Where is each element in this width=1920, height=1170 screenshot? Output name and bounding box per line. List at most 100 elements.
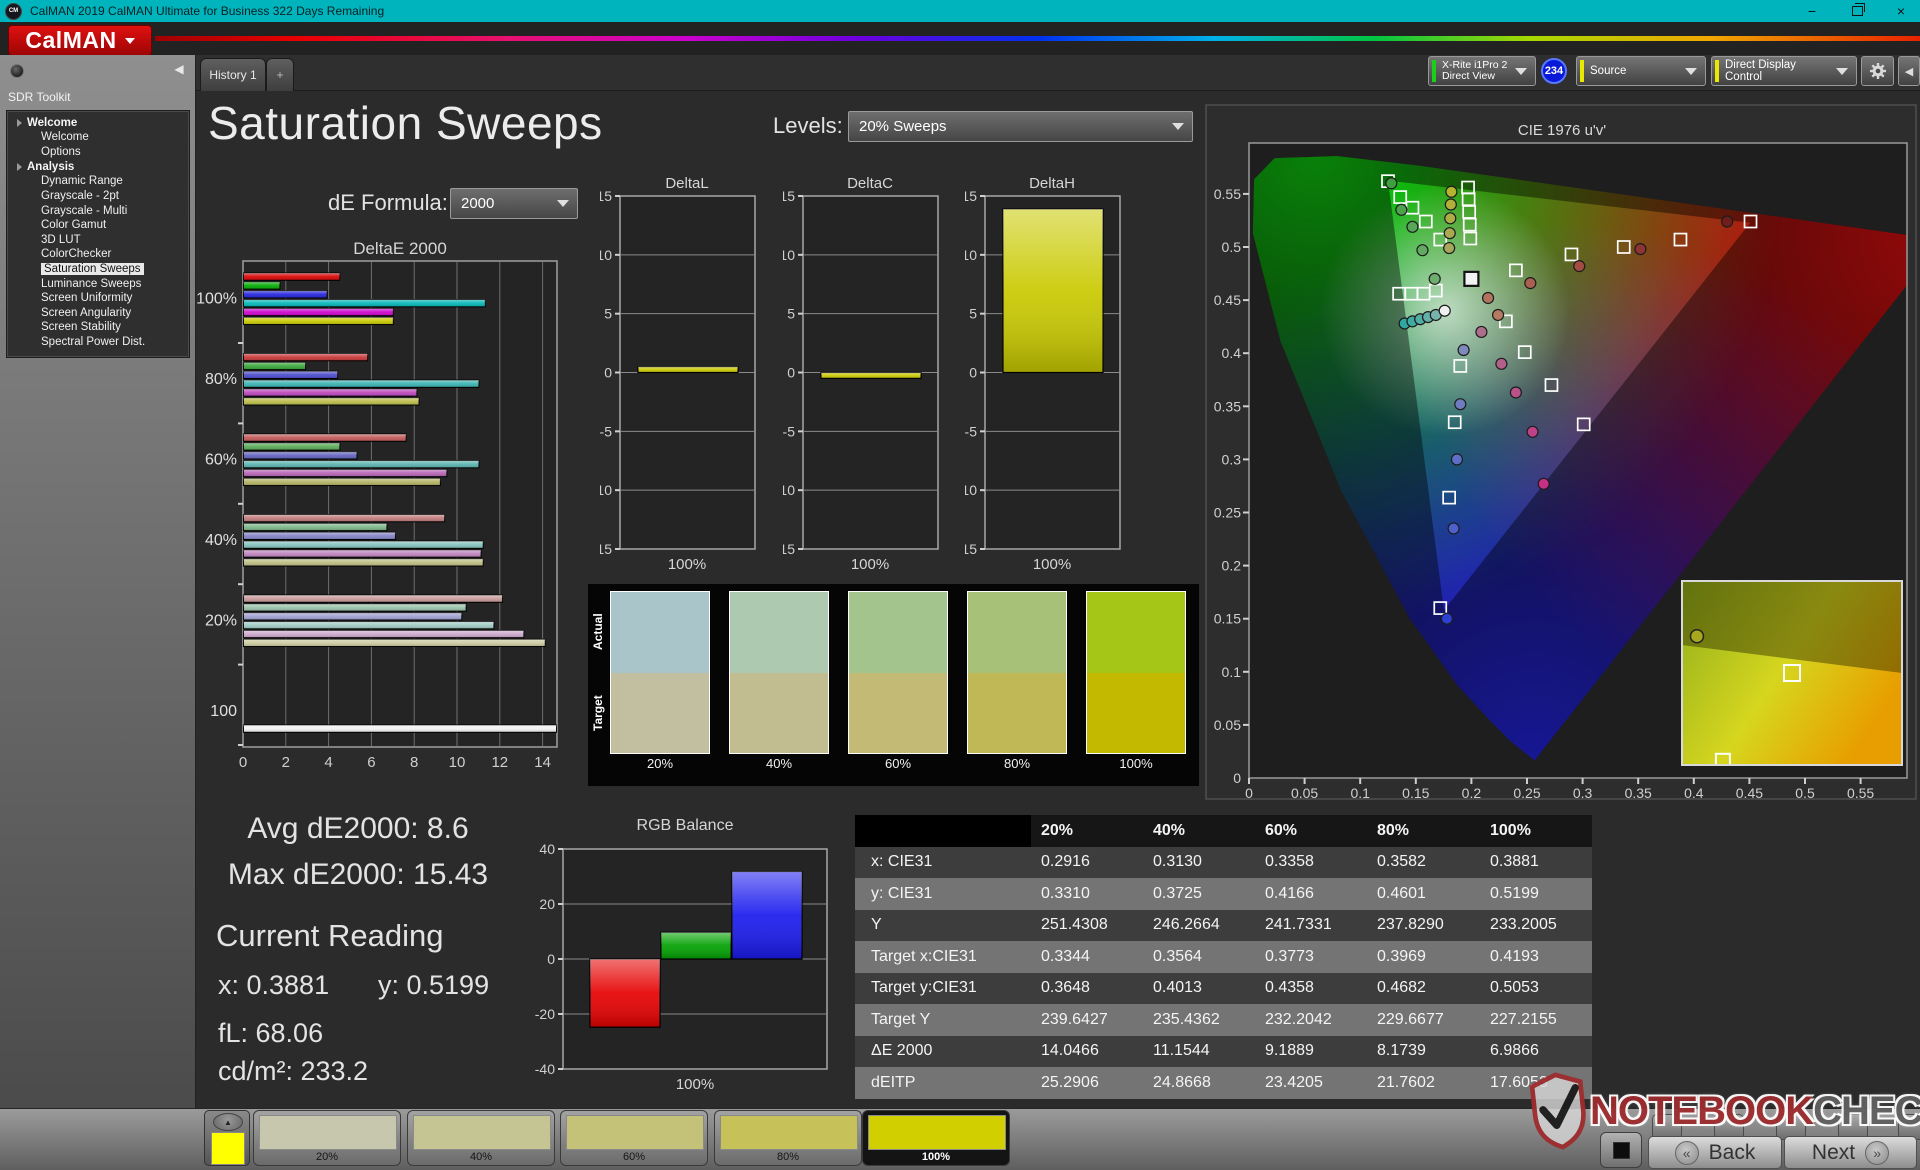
chevron-down-icon — [1836, 68, 1848, 75]
current-color-swatch — [211, 1132, 245, 1165]
sidebar-item-welcome[interactable]: Welcome — [7, 130, 189, 145]
svg-text:20%: 20% — [205, 613, 237, 630]
meter-mode: Direct View — [1442, 71, 1507, 82]
target-swatch — [730, 673, 828, 754]
svg-text:10: 10 — [600, 247, 612, 263]
panel-collapse-button[interactable]: ◀ — [1898, 56, 1920, 86]
sidebar-item-colorchecker[interactable]: ColorChecker — [7, 247, 189, 262]
cie-1976-diagram: CIE 1976 u'v'00.050.050.10.10.150.150.20… — [1205, 104, 1917, 802]
app-icon: CM — [5, 3, 22, 20]
watermark-word-red: NOTEBOOK — [1590, 1089, 1813, 1134]
swatch-pair-100% — [1086, 591, 1186, 754]
sidebar-item-screen-stability[interactable]: Screen Stability — [7, 320, 189, 335]
level-label: 40% — [408, 1151, 554, 1163]
sidebar-item-grayscale-multi[interactable]: Grayscale - Multi — [7, 203, 189, 218]
sidebar-item-color-gamut[interactable]: Color Gamut — [7, 218, 189, 233]
saturation-level-button-80%[interactable]: 80% — [714, 1110, 862, 1166]
table-cell: 0.5053 — [1480, 979, 1592, 997]
sidebar-group-analysis[interactable]: Analysis — [7, 159, 189, 174]
table-cell: 227.2155 — [1480, 1011, 1592, 1029]
svg-text:40: 40 — [539, 841, 555, 857]
swatch-column-label: 100% — [1086, 756, 1186, 771]
add-tab-button[interactable]: + — [266, 58, 294, 91]
table-cell: 0.3358 — [1255, 853, 1367, 871]
sidebar-item-screen-angularity[interactable]: Screen Angularity — [7, 306, 189, 321]
chevron-down-icon — [1515, 68, 1527, 75]
meter-dropdown[interactable]: X-Rite i1Pro 2 Direct View — [1428, 56, 1536, 86]
saturation-level-button-60%[interactable]: 60% — [560, 1110, 708, 1166]
tab-history-1[interactable]: History 1 — [200, 58, 266, 91]
current-x: x: 0.3881 — [218, 970, 329, 1001]
table-row-label: y: CIE31 — [855, 885, 1031, 903]
deltae-2000-chart: DeltaE 200002468101214100%80%60%40%20%10… — [195, 238, 575, 793]
sidebar-item-3d-lut[interactable]: 3D LUT — [7, 233, 189, 248]
color-chip — [566, 1115, 704, 1150]
levels-label: Levels: — [773, 113, 843, 139]
svg-text:12: 12 — [491, 754, 508, 771]
de-formula-dropdown[interactable]: 2000 — [450, 188, 578, 219]
svg-text:0.35: 0.35 — [1625, 785, 1652, 801]
sidebar-item-dynamic-range[interactable]: Dynamic Range — [7, 174, 189, 189]
svg-text:15: 15 — [600, 188, 612, 204]
sidebar-item-grayscale-2pt[interactable]: Grayscale - 2pt — [7, 189, 189, 204]
table-cell: 8.1739 — [1367, 1042, 1480, 1060]
sidebar-item-luminance-sweeps[interactable]: Luminance Sweeps — [7, 276, 189, 291]
sidebar-item-saturation-sweeps[interactable]: Saturation Sweeps — [7, 262, 189, 277]
table-cell: 0.3582 — [1367, 853, 1480, 871]
table-cell: 0.4193 — [1480, 948, 1592, 966]
sidebar-collapse-icon[interactable]: ◀ — [170, 60, 188, 78]
swatch-column-label: 40% — [729, 756, 829, 771]
current-reading-heading: Current Reading — [216, 918, 443, 954]
display-control-dropdown[interactable]: Direct Display Control — [1711, 56, 1857, 86]
swatch-column-label: 20% — [610, 756, 710, 771]
svg-text:0.2: 0.2 — [1222, 558, 1242, 574]
table-cell: 0.3725 — [1143, 885, 1255, 903]
table-row: Target x:CIE310.33440.35640.37730.39690.… — [855, 941, 1592, 973]
sidebar-item-spectral-power-dist-[interactable]: Spectral Power Dist. — [7, 335, 189, 350]
table-cell: 246.2664 — [1143, 916, 1255, 934]
de-formula-label: dE Formula: — [328, 190, 448, 216]
levels-dropdown[interactable]: 20% Sweeps — [848, 111, 1193, 142]
logo-text: CalMAN — [25, 27, 116, 54]
table-cell: 0.4358 — [1255, 979, 1367, 997]
svg-text:-5: -5 — [965, 423, 977, 439]
saturation-level-button-20%[interactable]: 20% — [253, 1110, 401, 1166]
meter-count-badge[interactable]: 234 — [1541, 58, 1567, 84]
saturation-level-button-100%[interactable]: 100% — [862, 1110, 1010, 1166]
color-chip — [868, 1115, 1006, 1150]
settings-button[interactable] — [1861, 56, 1894, 86]
page-title: Saturation Sweeps — [208, 96, 603, 150]
chevron-down-icon — [1172, 123, 1184, 130]
actual-swatch — [1087, 592, 1185, 673]
table-cell: 0.4601 — [1367, 885, 1480, 903]
table-row-label: dEITP — [855, 1074, 1031, 1092]
title-bar[interactable]: CM CalMAN 2019 CalMAN Ultimate for Busin… — [0, 0, 1920, 22]
current-cdm2: cd/m²: 233.2 — [218, 1056, 368, 1087]
sidebar-knob-icon[interactable] — [10, 64, 24, 78]
svg-text:60%: 60% — [205, 452, 237, 469]
actual-swatch — [968, 592, 1066, 673]
restore-icon[interactable] — [1840, 0, 1874, 22]
svg-text:0.25: 0.25 — [1214, 505, 1241, 521]
svg-text:2: 2 — [282, 754, 290, 771]
sidebar-item-options[interactable]: Options — [7, 145, 189, 160]
table-row-label: ΔE 2000 — [855, 1042, 1031, 1060]
svg-text:0.55: 0.55 — [1214, 186, 1241, 202]
display-control-label: Direct Display Control — [1725, 59, 1836, 83]
target-swatch — [849, 673, 947, 754]
minimize-icon[interactable]: − — [1795, 0, 1829, 22]
sidebar-group-welcome[interactable]: Welcome — [7, 115, 189, 130]
calman-logo-button[interactable]: CalMAN — [8, 25, 152, 56]
svg-text:10: 10 — [965, 247, 977, 263]
tray-up-button[interactable]: ▲ — [213, 1113, 243, 1131]
display-status-strip — [1715, 60, 1719, 82]
color-chip — [259, 1115, 397, 1150]
svg-text:0: 0 — [547, 951, 555, 967]
table-cell: 9.1889 — [1255, 1042, 1367, 1060]
saturation-level-button-40%[interactable]: 40% — [407, 1110, 555, 1166]
sidebar-item-screen-uniformity[interactable]: Screen Uniformity — [7, 291, 189, 306]
svg-text:0: 0 — [1245, 785, 1253, 801]
source-dropdown[interactable]: Source — [1576, 56, 1706, 86]
close-icon[interactable]: × — [1884, 0, 1918, 22]
swatch-column-label: 80% — [967, 756, 1067, 771]
